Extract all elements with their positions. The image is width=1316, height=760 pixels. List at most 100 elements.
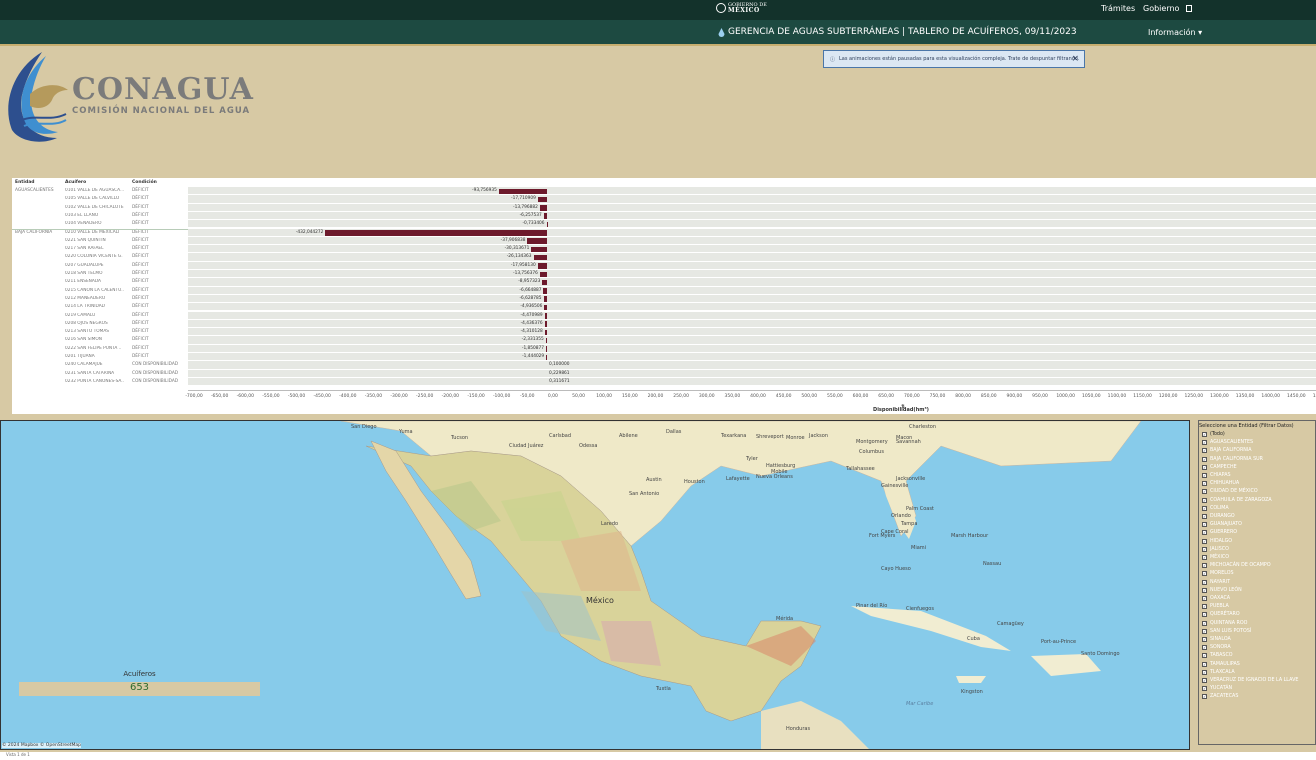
filter-option[interactable]: ✓ DURANGO bbox=[1202, 514, 1235, 519]
checkbox-checked-icon[interactable]: ✓ bbox=[1202, 440, 1207, 446]
filter-option[interactable]: ✓ PUEBLA bbox=[1202, 604, 1229, 610]
table-row[interactable]: 0103 EL LLANO DÉFICIT -6,257537 bbox=[12, 211, 1316, 221]
deficit-bar[interactable] bbox=[544, 321, 547, 327]
filter-option[interactable]: ✓ YUCATÁN bbox=[1202, 686, 1232, 692]
table-row[interactable]: AGUASCALIENTES 0101 VALLE DE AGUASCA... DÉ… bbox=[12, 187, 1316, 196]
deficit-bar[interactable] bbox=[542, 279, 547, 286]
deficit-bar[interactable] bbox=[531, 246, 547, 253]
checkbox-checked-icon[interactable]: ✓ bbox=[1202, 653, 1207, 659]
filter-option[interactable]: ✓ QUERÉTARO bbox=[1202, 612, 1240, 618]
filter-option[interactable]: ✓ OAXACA bbox=[1202, 596, 1230, 601]
deficit-bar[interactable] bbox=[546, 354, 548, 360]
filter-option[interactable]: ✓ MÉXICO bbox=[1202, 555, 1229, 560]
deficit-bar[interactable] bbox=[543, 213, 547, 219]
checkbox-checked-icon[interactable]: ✓ bbox=[1202, 645, 1207, 651]
table-row[interactable]: 0219 CAMALÚ DÉFICIT -4,470989 bbox=[12, 311, 1316, 320]
checkbox-checked-icon[interactable]: ✓ bbox=[1202, 497, 1207, 503]
deficit-bar[interactable] bbox=[325, 230, 547, 236]
table-row[interactable]: BAJA CALIFORNIA 0210 VALLE DE MEXICALI DÉF… bbox=[12, 228, 1316, 237]
checkbox-checked-icon[interactable]: ✓ bbox=[1202, 489, 1207, 495]
filter-option[interactable]: ✓ TLAXCALA bbox=[1202, 669, 1235, 675]
filter-option[interactable]: ✓ NAYARIT bbox=[1202, 579, 1230, 585]
informacion-menu[interactable]: Información ▾ bbox=[1148, 28, 1202, 37]
deficit-bar[interactable] bbox=[545, 337, 547, 344]
deficit-bar[interactable] bbox=[537, 196, 547, 203]
table-row[interactable]: 0214 LA TRINIDAD DÉFICIT -4,936506 bbox=[12, 303, 1316, 312]
checkbox-checked-icon[interactable]: ✓ bbox=[1202, 604, 1207, 610]
map-attribution[interactable]: © 2024 Mapbox © OpenStreetMap bbox=[2, 743, 81, 748]
deficit-bar[interactable] bbox=[527, 238, 547, 244]
checkbox-checked-icon[interactable]: ✓ bbox=[1202, 587, 1207, 593]
checkbox-checked-icon[interactable]: ✓ bbox=[1202, 571, 1207, 577]
deficit-bar[interactable] bbox=[537, 263, 547, 269]
checkbox-checked-icon[interactable]: ✓ bbox=[1202, 514, 1207, 519]
filter-option[interactable]: ✓ HIDALGO bbox=[1202, 538, 1232, 544]
checkbox-checked-icon[interactable]: ✓ bbox=[1202, 473, 1207, 478]
table-row[interactable]: 0216 SAN SIMÓN DÉFICIT -2,331355 bbox=[12, 336, 1316, 345]
checkbox-checked-icon[interactable]: ✓ bbox=[1202, 522, 1207, 528]
checkbox-checked-icon[interactable]: ✓ bbox=[1202, 563, 1207, 569]
filter-option[interactable]: ✓ TABASCO bbox=[1202, 653, 1233, 659]
table-row[interactable]: 0207 GUADALUPE DÉFICIT -17,958130 bbox=[12, 261, 1316, 270]
table-row[interactable]: 0232 PUNTA CAÑONES-SA.. CON DISPONIBILIDA… bbox=[12, 377, 1316, 387]
tramites-link[interactable]: Trámites bbox=[1101, 4, 1135, 13]
filter-option[interactable]: ✓ CHIHUAHUA bbox=[1202, 481, 1239, 487]
checkbox-checked-icon[interactable]: ✓ bbox=[1202, 678, 1207, 683]
checkbox-checked-icon[interactable]: ✓ bbox=[1202, 505, 1207, 511]
close-icon[interactable]: × bbox=[1071, 54, 1079, 64]
filter-option[interactable]: ✓ (Todo) bbox=[1202, 432, 1225, 437]
table-row[interactable]: 0220 COLONIA VICENTE G. DÉFICIT -26,134363 bbox=[12, 253, 1316, 262]
checkbox-checked-icon[interactable]: ✓ bbox=[1202, 661, 1207, 667]
filter-option[interactable]: ✓ COAHUILA DE ZARAGOZA bbox=[1202, 497, 1272, 503]
table-row[interactable]: 0231 SANTA CATARINA CON DISPONIBILIDAD 0,2… bbox=[12, 369, 1316, 378]
table-row[interactable]: 0105 VALLE DE CALVILLO DÉFICIT -17,710909 bbox=[12, 195, 1316, 204]
filter-option[interactable]: ✓ BAJA CALIFORNIA SUR bbox=[1202, 456, 1263, 462]
table-row[interactable]: 0221 SAN QUINTÍN DÉFICIT -37,906838 bbox=[12, 236, 1316, 246]
checkbox-checked-icon[interactable]: ✓ bbox=[1202, 620, 1207, 626]
checkbox-checked-icon[interactable]: ✓ bbox=[1202, 669, 1207, 675]
table-row[interactable]: 0213 SANTO TOMÁS DÉFICIT -4,310128 bbox=[12, 328, 1316, 337]
table-row[interactable]: 0208 OJOS NEGROS DÉFICIT -4,436376 bbox=[12, 319, 1316, 329]
filter-option[interactable]: ✓ QUINTANA ROO bbox=[1202, 620, 1247, 626]
filter-option[interactable]: ✓ JALISCO bbox=[1202, 546, 1229, 552]
deficit-bar[interactable] bbox=[498, 188, 547, 194]
deficit-bar[interactable] bbox=[545, 346, 548, 352]
checkbox-checked-icon[interactable]: ✓ bbox=[1202, 637, 1207, 642]
table-row[interactable]: 0201 TIJUANA DÉFICIT -1,444029 bbox=[12, 353, 1316, 362]
table-row[interactable]: 0218 SAN TELMO DÉFICIT -13,756376 bbox=[12, 270, 1316, 279]
filter-option[interactable]: ✓ VERACRUZ DE IGNACIO DE LA LLAVE bbox=[1202, 678, 1298, 683]
checkbox-checked-icon[interactable]: ✓ bbox=[1202, 432, 1207, 437]
table-row[interactable]: 0222 SAN FELIPE PUNTA .. DÉFICIT -1,850877 bbox=[12, 344, 1316, 353]
table-row[interactable]: 0212 MANEADERO DÉFICIT -6,628785 bbox=[12, 294, 1316, 304]
table-row[interactable]: 0217 SAN RAFAEL DÉFICIT -30,313671 bbox=[12, 245, 1316, 254]
checkbox-checked-icon[interactable]: ✓ bbox=[1202, 546, 1207, 552]
checkbox-checked-icon[interactable]: ✓ bbox=[1202, 612, 1207, 618]
checkbox-checked-icon[interactable]: ✓ bbox=[1202, 555, 1207, 560]
filter-option[interactable]: ✓ ZACATECAS bbox=[1202, 694, 1238, 700]
aquifer-map[interactable]: San Diego Yuma Tucson Ciudad Juárez Carlsbad… bbox=[0, 420, 1190, 750]
deficit-bar[interactable] bbox=[539, 271, 547, 277]
filter-option[interactable]: ✓ SONORA bbox=[1202, 645, 1231, 651]
gobierno-mexico-logo[interactable]: GOBIERNO DE MÉXICO bbox=[716, 2, 767, 14]
deficit-bar[interactable] bbox=[544, 304, 547, 311]
deficit-bar[interactable] bbox=[543, 288, 547, 294]
table-row[interactable]: 0104 VENADERO DÉFICIT -0,733406 bbox=[12, 220, 1316, 229]
filter-option[interactable]: ✓ CIUDAD DE MÉXICO bbox=[1202, 489, 1258, 495]
filter-option[interactable]: ✓ CAMPECHE bbox=[1202, 464, 1237, 470]
checkbox-checked-icon[interactable]: ✓ bbox=[1202, 579, 1207, 585]
table-row[interactable]: 0215 CAÑÓN LA CALENTU.. DÉFICIT -6,664887 bbox=[12, 286, 1316, 295]
filter-option[interactable]: ✓ NUEVO LEÓN bbox=[1202, 587, 1242, 593]
filter-option[interactable]: ✓ MICHOACÁN DE OCAMPO bbox=[1202, 563, 1271, 569]
filter-option[interactable]: ✓ AGUASCALIENTES bbox=[1202, 440, 1253, 446]
checkbox-checked-icon[interactable]: ✓ bbox=[1202, 694, 1207, 700]
checkbox-checked-icon[interactable]: ✓ bbox=[1202, 481, 1207, 487]
checkbox-checked-icon[interactable]: ✓ bbox=[1202, 456, 1207, 462]
checkbox-checked-icon[interactable]: ✓ bbox=[1202, 628, 1207, 634]
gobierno-link[interactable]: Gobierno bbox=[1143, 4, 1179, 13]
deficit-bar[interactable] bbox=[533, 254, 547, 261]
table-row[interactable]: 0102 VALLE DE CHICALOTE DÉFICIT -13,796882 bbox=[12, 203, 1316, 212]
deficit-bar[interactable] bbox=[539, 205, 547, 211]
checkbox-checked-icon[interactable]: ✓ bbox=[1202, 530, 1207, 536]
checkbox-checked-icon[interactable]: ✓ bbox=[1202, 596, 1207, 601]
filter-option[interactable]: ✓ GUANAJUATO bbox=[1202, 522, 1242, 528]
